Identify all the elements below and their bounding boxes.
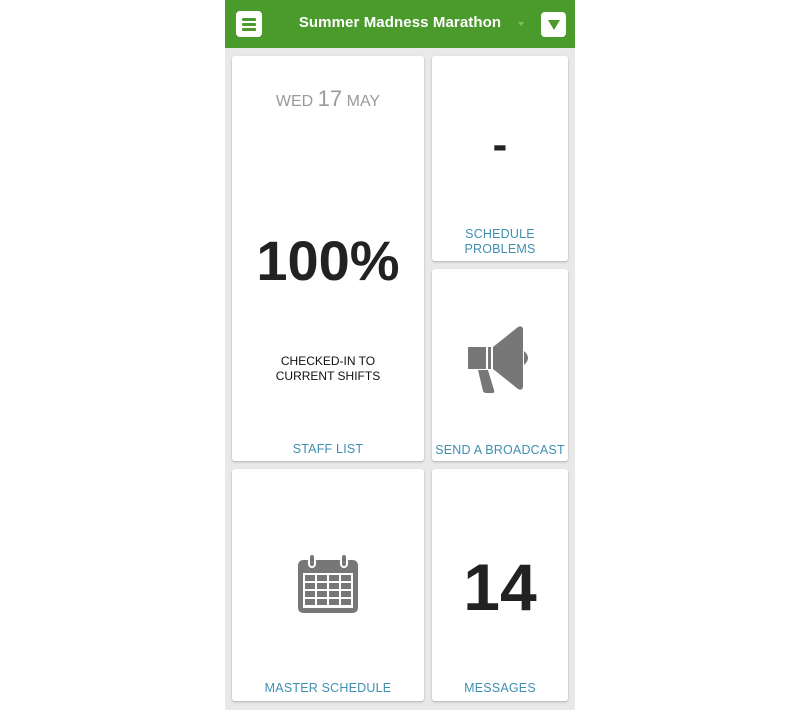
schedule-problems-link-line1: SCHEDULE [465, 227, 535, 241]
staff-list-link[interactable]: STAFF LIST [232, 442, 424, 457]
checkin-caption-line1: CHECKED-IN TO [280, 354, 376, 368]
weekday: WED [275, 93, 314, 110]
calendar-icon [296, 553, 360, 615]
broadcast-tile[interactable]: SEND A BROADCAST [432, 269, 568, 461]
day-number: 17 [317, 86, 343, 111]
send-broadcast-link[interactable]: SEND A BROADCAST [432, 443, 568, 458]
current-date: WED 17 MAY [232, 86, 424, 112]
event-dropdown-button[interactable] [541, 12, 566, 37]
app-screen: Summer Madness Marathon WED 17 MAY 100% … [225, 0, 575, 710]
message-count: 14 [463, 550, 537, 624]
month: MAY [346, 93, 381, 110]
top-app-bar: Summer Madness Marathon [225, 0, 575, 48]
messages-link[interactable]: MESSAGES [432, 681, 568, 696]
master-schedule-tile[interactable]: MASTER SCHEDULE [232, 469, 424, 701]
schedule-problems-value: - [492, 120, 508, 169]
event-title[interactable]: Summer Madness Marathon [285, 14, 515, 31]
checkin-caption-line2: CURRENT SHIFTS [275, 369, 381, 383]
staff-checkin-tile[interactable]: WED 17 MAY 100% CHECKED-IN TO CURRENT SH… [232, 56, 424, 461]
schedule-problems-tile[interactable]: - SCHEDULE PROBLEMS [432, 56, 568, 261]
checkin-caption: CHECKED-IN TO CURRENT SHIFTS [232, 354, 424, 384]
menu-button[interactable] [236, 11, 262, 37]
schedule-problems-link-line2: PROBLEMS [464, 242, 536, 256]
schedule-problems-link[interactable]: SCHEDULE PROBLEMS [432, 227, 568, 257]
master-schedule-link[interactable]: MASTER SCHEDULE [232, 681, 424, 696]
checkin-percentage: 100% [256, 229, 400, 292]
messages-tile[interactable]: 14 MESSAGES [432, 469, 568, 701]
megaphone-icon [462, 319, 538, 395]
triangle-down-icon [548, 20, 560, 30]
title-caret-icon [518, 22, 524, 26]
